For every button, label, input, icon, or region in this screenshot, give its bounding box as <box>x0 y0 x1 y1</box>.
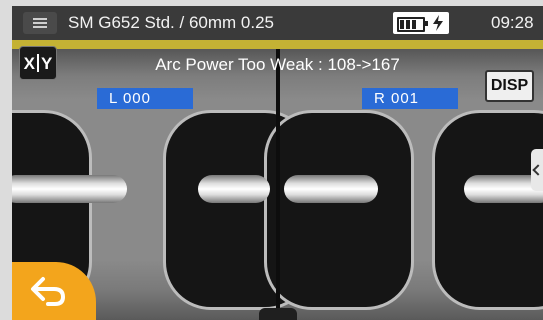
clock: 09:28 <box>491 13 534 32</box>
xy-view-toggle-button[interactable]: XY <box>19 46 57 80</box>
chevron-left-icon <box>532 164 543 176</box>
fiber-core-right <box>284 175 378 203</box>
fiber-core-left <box>198 175 270 203</box>
bottom-panel-tab[interactable] <box>259 308 297 320</box>
fiber-end-right-outer <box>432 110 543 310</box>
battery-charging-icon <box>393 12 449 34</box>
side-panel-tab[interactable] <box>531 149 543 191</box>
back-arrow-icon <box>31 277 66 306</box>
right-view-label: R 001 <box>362 88 458 109</box>
xy-button-x: X <box>23 54 35 73</box>
xy-button-y: Y <box>41 54 53 73</box>
fiber-core-left-outer <box>12 175 127 203</box>
view-divider <box>276 40 280 320</box>
top-bar: SM G652 Std. / 60mm 0.25 09:28 <box>12 6 543 40</box>
disp-button[interactable]: DISP <box>485 70 534 102</box>
header-title: SM G652 Std. / 60mm 0.25 <box>68 13 274 32</box>
left-view-label: L 000 <box>97 88 193 109</box>
fiber-end-right <box>264 110 414 310</box>
screen-frame: Arc Power Too Weak : 108->167 SM G652 St… <box>12 6 543 320</box>
warning-message: Arc Power Too Weak : 108->167 <box>155 55 400 74</box>
menu-icon[interactable] <box>23 12 57 34</box>
